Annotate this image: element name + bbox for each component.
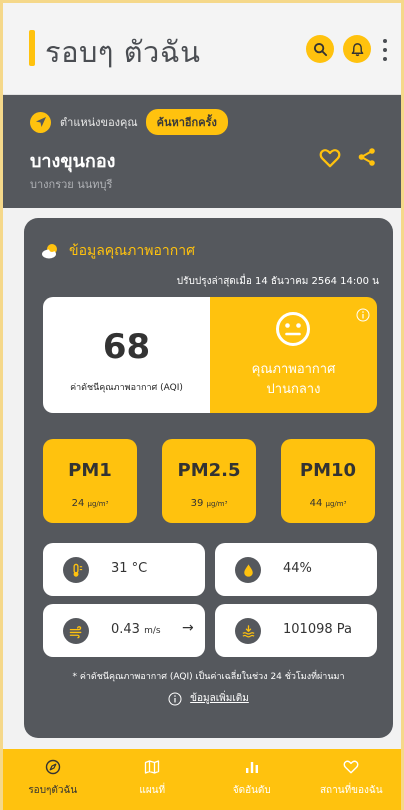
location-arrow-icon bbox=[30, 111, 51, 133]
card-title: ข้อมูลคุณภาพอากาศ bbox=[69, 243, 195, 259]
nav-label: จัดอันดับ bbox=[232, 785, 271, 796]
app-header: รอบๆ ตัวฉัน bbox=[3, 3, 401, 95]
wind-icon bbox=[63, 618, 89, 644]
share-icon[interactable] bbox=[357, 147, 377, 167]
pm-value: 39 bbox=[190, 498, 204, 509]
nav-label: แผนที่ bbox=[139, 785, 166, 796]
heart-icon bbox=[343, 760, 359, 774]
aqi-value: 68 bbox=[102, 327, 151, 367]
humidity-value: 44% bbox=[283, 561, 312, 576]
wind-unit: m/s bbox=[144, 626, 161, 636]
temperature-tile: 31 °C bbox=[43, 543, 205, 596]
wind-value: 0.43 bbox=[111, 622, 140, 637]
location-subtitle: บางกรวย นนทบุรี bbox=[30, 178, 113, 191]
aqi-label: ค่าดัชนีคุณภาพอากาศ (AQI) bbox=[70, 383, 183, 393]
neutral-face-icon bbox=[276, 312, 310, 346]
compass-icon bbox=[45, 759, 60, 775]
weather-cloud-icon bbox=[42, 244, 57, 259]
ranking-icon bbox=[245, 762, 258, 773]
app-screen: รอบๆ ตัวฉัน ตำแหน่งของคุณ ค้นหาอีกครั้ง … bbox=[3, 3, 401, 810]
bottom-navigation: รอบๆตัวฉัน แผนที่ จัดอันดับ สถานที่ของฉั… bbox=[3, 749, 401, 810]
wind-tile: 0.43 m/s → bbox=[43, 604, 205, 657]
pressure-value: 101098 Pa bbox=[283, 622, 352, 637]
wind-direction-arrow-icon: → bbox=[182, 620, 194, 636]
nav-item-my-places[interactable]: สถานที่ของฉัน bbox=[302, 749, 402, 810]
more-info-link[interactable]: ข้อมูลเพิ่มเติม bbox=[24, 691, 393, 706]
thermometer-icon bbox=[63, 557, 89, 583]
info-icon[interactable] bbox=[356, 308, 370, 322]
search-button[interactable] bbox=[306, 35, 334, 63]
pressure-tile: 101098 Pa bbox=[215, 604, 377, 657]
temperature-value: 31 °C bbox=[111, 561, 148, 576]
pm25-card[interactable]: PM2.5 39 μg/m³ bbox=[162, 439, 256, 523]
bell-icon bbox=[351, 42, 363, 56]
pm-value: 24 bbox=[71, 498, 85, 509]
pm1-card[interactable]: PM1 24 μg/m³ bbox=[43, 439, 137, 523]
humidity-tile: 44% bbox=[215, 543, 377, 596]
page-title: รอบๆ ตัวฉัน bbox=[45, 35, 201, 69]
pm-value: 44 bbox=[309, 498, 323, 509]
aqi-summary: 68 ค่าดัชนีคุณภาพอากาศ (AQI) คุณภาพอากาศ… bbox=[43, 297, 377, 413]
pressure-icon bbox=[235, 618, 261, 644]
title-accent-bar bbox=[29, 30, 35, 66]
nav-item-ranking[interactable]: จัดอันดับ bbox=[202, 749, 302, 810]
notification-button[interactable] bbox=[343, 35, 371, 63]
info-icon bbox=[168, 692, 182, 705]
location-label: ตำแหน่งของคุณ bbox=[60, 116, 138, 129]
nav-item-map[interactable]: แผนที่ bbox=[103, 749, 203, 810]
map-icon bbox=[145, 760, 160, 774]
pm-unit: μg/m³ bbox=[87, 500, 109, 508]
location-section: ตำแหน่งของคุณ ค้นหาอีกครั้ง บางขุนกอง บา… bbox=[3, 95, 401, 208]
search-again-button[interactable]: ค้นหาอีกครั้ง bbox=[145, 109, 228, 135]
pm-name: PM10 bbox=[299, 460, 357, 481]
water-drop-icon bbox=[235, 557, 261, 583]
pm10-card[interactable]: PM10 44 μg/m³ bbox=[281, 439, 375, 523]
favorite-heart-icon[interactable] bbox=[319, 148, 341, 168]
pm-unit: μg/m³ bbox=[206, 500, 228, 508]
pm-name: PM1 bbox=[68, 460, 112, 481]
updated-time: ปรับปรุงล่าสุดเมื่อ 14 ธันวาคม 2564 14:0… bbox=[176, 276, 379, 287]
search-icon bbox=[313, 42, 327, 56]
more-vertical-icon[interactable] bbox=[379, 39, 391, 61]
location-name: บางขุนกอง bbox=[30, 151, 116, 172]
air-quality-card: ข้อมูลคุณภาพอากาศ ปรับปรุงล่าสุดเมื่อ 14… bbox=[24, 218, 393, 738]
air-quality-level: คุณภาพอากาศ ปานกลาง bbox=[251, 362, 336, 397]
nav-label: รอบๆตัวฉัน bbox=[28, 785, 78, 796]
more-info-label[interactable]: ข้อมูลเพิ่มเติม bbox=[190, 691, 249, 706]
nav-label: สถานที่ของฉัน bbox=[319, 785, 383, 796]
nav-item-around-me[interactable]: รอบๆตัวฉัน bbox=[3, 749, 103, 810]
pm-name: PM2.5 bbox=[177, 460, 241, 481]
aqi-footnote: * ค่าดัชนีคุณภาพอากาศ (AQI) เป็นค่าเฉลี่… bbox=[72, 672, 345, 682]
pm-unit: μg/m³ bbox=[325, 500, 347, 508]
